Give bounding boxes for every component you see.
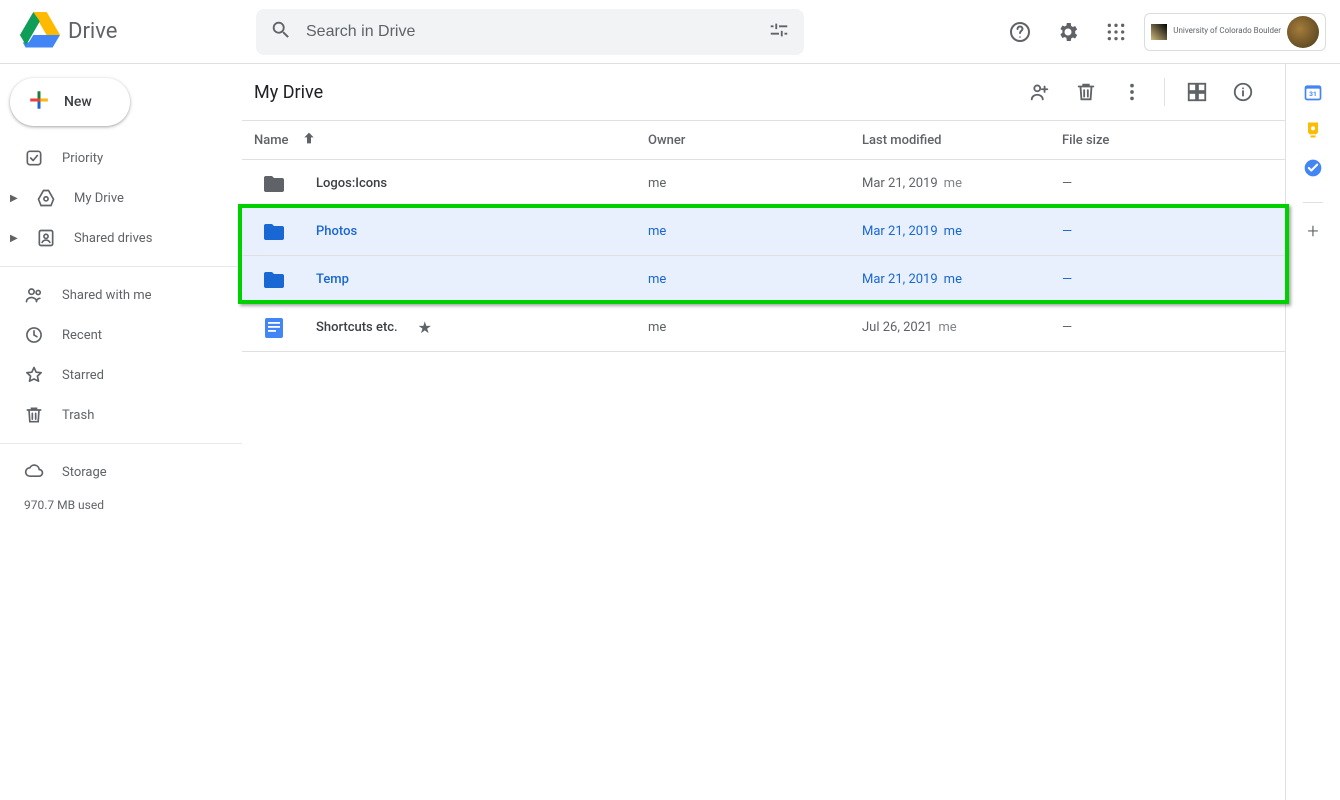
search-options-icon[interactable]	[768, 19, 790, 45]
search-icon	[270, 19, 292, 45]
help-icon[interactable]	[1000, 12, 1040, 52]
file-modified: Mar 21, 2019 me	[862, 224, 1062, 239]
column-header-name[interactable]: Name	[254, 130, 648, 150]
sidebar-item-label: Recent	[62, 328, 102, 343]
org-name: University of Colorado Boulder	[1173, 27, 1281, 36]
sidebar-item-label: Priority	[62, 151, 103, 166]
file-owner: me	[648, 320, 862, 335]
sidebar-item-label: Starred	[62, 368, 104, 383]
tasks-icon[interactable]	[1303, 158, 1323, 178]
sidebar-item-shared-with-me[interactable]: Shared with me	[0, 275, 242, 315]
folder-icon	[262, 172, 286, 196]
file-name: Photos	[316, 224, 357, 239]
sidebar-item-label: Shared drives	[74, 231, 152, 246]
toolbar-divider	[1164, 78, 1165, 106]
table-row[interactable]: Photos me Mar 21, 2019 me —	[242, 208, 1285, 256]
file-name: Temp	[316, 272, 349, 287]
avatar[interactable]	[1287, 16, 1319, 48]
new-button[interactable]: New	[10, 78, 130, 126]
file-modified: Mar 21, 2019 me	[862, 272, 1062, 287]
app-title: Drive	[68, 19, 117, 44]
calendar-icon[interactable]: 31	[1303, 82, 1323, 102]
caret-right-icon[interactable]: ▶	[10, 193, 22, 204]
add-addon-icon[interactable]: +	[1303, 221, 1323, 241]
keep-icon[interactable]	[1303, 120, 1323, 140]
file-name: Logos:Icons	[316, 176, 387, 191]
sidebar-item-recent[interactable]: Recent	[0, 315, 242, 355]
main-content: My Drive	[242, 64, 1286, 800]
sidebar-item-shared-drives[interactable]: ▶ Shared drives	[0, 218, 242, 258]
file-owner: me	[648, 224, 862, 239]
file-size: —	[1062, 176, 1273, 191]
apps-grid-icon[interactable]	[1096, 12, 1136, 52]
file-name: Shortcuts etc.	[316, 320, 398, 335]
column-header-owner[interactable]: Owner	[648, 133, 862, 148]
sort-arrow-up-icon	[301, 130, 317, 150]
gear-icon[interactable]	[1048, 12, 1088, 52]
header-actions: University of Colorado Boulder	[1000, 12, 1332, 52]
plus-icon	[26, 87, 52, 117]
sidebar-item-label: Trash	[62, 408, 94, 423]
search-bar[interactable]	[256, 9, 804, 55]
file-modified: Jul 26, 2021 me	[862, 320, 1062, 335]
delete-button[interactable]	[1066, 72, 1106, 112]
table-header: Name Owner Last modified File size	[242, 120, 1285, 160]
sidebar-item-label: Storage	[62, 465, 107, 480]
sidebar: New Priority ▶ My Drive ▶ Shared drives …	[0, 64, 242, 800]
column-header-size[interactable]: File size	[1062, 133, 1273, 148]
sidebar-item-label: Shared with me	[62, 288, 152, 303]
drive-logo-icon	[20, 10, 60, 54]
search-input[interactable]	[306, 23, 754, 41]
folder-icon	[262, 268, 286, 292]
org-chip[interactable]: University of Colorado Boulder	[1144, 13, 1326, 51]
rail-divider	[1303, 202, 1323, 203]
new-button-label: New	[64, 94, 92, 110]
more-actions-button[interactable]	[1112, 72, 1152, 112]
column-header-modified[interactable]: Last modified	[862, 133, 1062, 148]
doc-icon	[262, 316, 286, 340]
sidebar-item-starred[interactable]: Starred	[0, 355, 242, 395]
page-title[interactable]: My Drive	[254, 82, 323, 103]
header: Drive University of Colorado Boulder	[0, 0, 1340, 64]
table-row[interactable]: Shortcuts etc. ★ me Jul 26, 2021 me —	[242, 304, 1285, 352]
toolbar: My Drive	[242, 64, 1285, 120]
grid-view-button[interactable]	[1177, 72, 1217, 112]
sidebar-item-storage[interactable]: Storage	[0, 452, 242, 492]
file-owner: me	[648, 272, 862, 287]
sidebar-item-trash[interactable]: Trash	[0, 395, 242, 435]
file-owner: me	[648, 176, 862, 191]
table-row[interactable]: Logos:Icons me Mar 21, 2019 me —	[242, 160, 1285, 208]
column-header-label: Name	[254, 133, 289, 148]
sidebar-item-my-drive[interactable]: ▶ My Drive	[0, 178, 242, 218]
file-size: —	[1062, 272, 1273, 287]
share-button[interactable]	[1020, 72, 1060, 112]
file-modified: Mar 21, 2019 me	[862, 176, 1062, 191]
table-row[interactable]: Temp me Mar 21, 2019 me —	[242, 256, 1285, 304]
file-size: —	[1062, 224, 1273, 239]
caret-right-icon[interactable]: ▶	[10, 233, 22, 244]
file-size: —	[1062, 320, 1273, 335]
svg-text:31: 31	[1309, 90, 1317, 98]
storage-used-text: 970.7 MB used	[0, 492, 242, 512]
star-icon[interactable]: ★	[418, 318, 432, 337]
file-list: Logos:Icons me Mar 21, 2019 me — Photos …	[242, 160, 1285, 352]
sidebar-item-priority[interactable]: Priority	[0, 138, 242, 178]
folder-icon	[262, 220, 286, 244]
sidebar-item-label: My Drive	[74, 191, 124, 206]
side-panel: 31 +	[1286, 64, 1340, 800]
logo-area[interactable]: Drive	[8, 10, 256, 54]
info-button[interactable]	[1223, 72, 1263, 112]
org-logo-icon	[1151, 24, 1167, 40]
